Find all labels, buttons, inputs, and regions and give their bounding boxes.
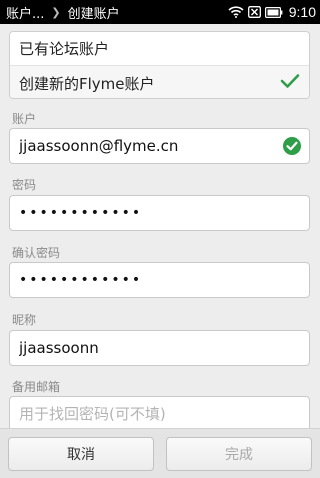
done-button[interactable]: 完成 [166, 437, 312, 471]
backup-email-field[interactable] [9, 396, 310, 432]
confirm-password-label: 确认密码 [12, 246, 61, 260]
clock: 9:10 [288, 4, 316, 20]
account-input[interactable] [19, 137, 300, 155]
backup-email-label: 备用邮箱 [12, 380, 61, 394]
valid-check-icon [283, 137, 301, 159]
backup-email-input[interactable] [19, 405, 300, 423]
status-bar: 账户... ❯ 创建账户 9:10 [0, 0, 320, 24]
confirm-password-masked-value: •••••••••••• [19, 272, 143, 288]
cancel-button[interactable]: 取消 [8, 437, 154, 471]
option-label: 已有论坛账户 [19, 40, 110, 58]
nickname-label: 昵称 [12, 313, 37, 327]
password-label: 密码 [12, 178, 37, 192]
chevron-right-icon: ❯ [51, 5, 61, 19]
battery-icon [264, 6, 283, 18]
wifi-icon [228, 6, 244, 18]
breadcrumb-current: 创建账户 [67, 6, 120, 22]
account-type-selector: 已有论坛账户 创建新的Flyme账户 [9, 31, 310, 99]
option-label: 创建新的Flyme账户 [19, 74, 155, 93]
checkmark-icon [280, 73, 300, 93]
breadcrumb-parent[interactable]: 账户... [6, 3, 44, 22]
password-masked-value: •••••••••••• [19, 205, 143, 221]
confirm-password-field[interactable]: •••••••••••• [9, 262, 310, 298]
account-form: 已有论坛账户 创建新的Flyme账户 账户 密码 •••••••••••• 确认… [0, 24, 320, 438]
nickname-field[interactable] [9, 330, 310, 366]
password-field[interactable]: •••••••••••• [9, 195, 310, 231]
account-label: 账户 [12, 112, 37, 126]
account-field[interactable] [9, 128, 310, 164]
sim-blocked-icon [247, 6, 261, 18]
nickname-input[interactable] [19, 339, 300, 357]
bottom-action-bar: 取消 完成 [0, 428, 320, 478]
option-create-flyme-account[interactable]: 创建新的Flyme账户 [10, 66, 309, 98]
option-existing-forum-account[interactable]: 已有论坛账户 [10, 32, 309, 66]
breadcrumb: 账户... ❯ 创建账户 [6, 3, 120, 22]
